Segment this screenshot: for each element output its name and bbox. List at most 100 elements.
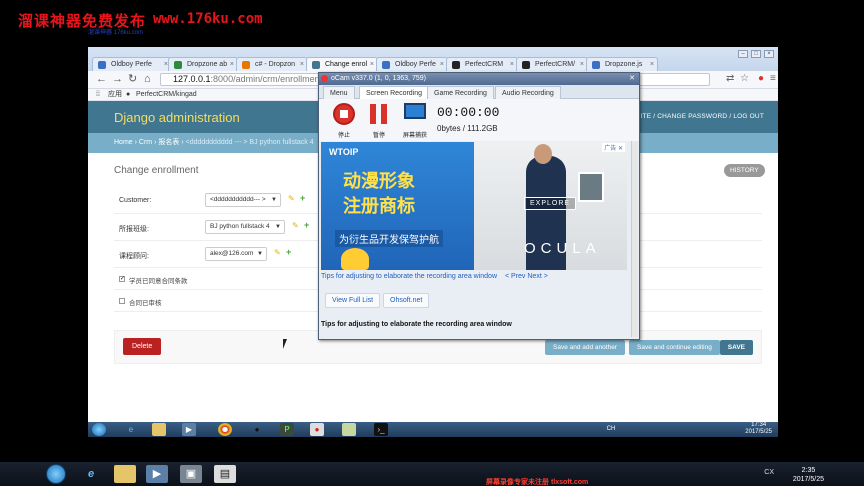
ocam-close-icon[interactable]: ✕: [629, 73, 635, 85]
ad-headline-2: 注册商标: [343, 196, 415, 217]
folder-icon[interactable]: [152, 423, 166, 436]
tab-7[interactable]: Dropzone.js ×: [586, 57, 658, 71]
bookmark-apps[interactable]: 应用: [108, 89, 122, 100]
field-label: 课程顾问:: [119, 253, 149, 260]
tray-lang[interactable]: CX: [764, 469, 774, 476]
ad-banner[interactable]: WTOIP 动漫形象 注册商标 为衍生品开发保驾护航 EXPLORE OCULA…: [321, 142, 627, 270]
approved-checkbox[interactable]: [119, 298, 125, 304]
tab-3[interactable]: Change enrol ×: [306, 57, 378, 71]
edit-pencil-icon[interactable]: ✎: [288, 194, 295, 203]
delete-button[interactable]: Delete: [123, 338, 162, 355]
watermark-subtitle: 溜课神器 176ku.com: [88, 30, 144, 36]
lang-indicator[interactable]: CH: [604, 423, 618, 436]
inner-date: 2017/5/25: [745, 429, 772, 435]
footer-watermark: 屏幕录像专家未注册 tlxsoft.com: [486, 479, 589, 486]
screen-capture-icon[interactable]: [404, 103, 426, 119]
tab-strip: Oldboy Perfe × Dropzone ab × c# - Dropzon ×…: [88, 47, 778, 71]
breadcrumb-app[interactable]: Crm: [139, 139, 152, 146]
tab-close-icon[interactable]: ×: [650, 58, 654, 71]
bookmark-repo[interactable]: PerfectCRM/kingad: [136, 89, 197, 100]
stop-record-icon[interactable]: [333, 103, 355, 125]
tab-close-icon[interactable]: ×: [300, 58, 304, 71]
ocam-window: oCam v337.0 (1, 0, 1363, 759) ✕ Menu Scr…: [318, 72, 640, 340]
agreed-checkbox[interactable]: ✓: [119, 276, 125, 282]
ocam-tab-screen[interactable]: Screen Recording: [359, 86, 430, 99]
customer-select[interactable]: <ddddddddddd--- > ▼: [205, 193, 281, 207]
app-icon[interactable]: ▣: [180, 465, 202, 483]
tab-favicon-icon: [382, 61, 390, 69]
media-player-icon[interactable]: ▶: [146, 465, 168, 483]
edit-pencil-icon[interactable]: ✎: [274, 248, 281, 257]
view-full-list-button[interactable]: View Full List: [325, 293, 381, 308]
tab-close-icon[interactable]: ×: [580, 58, 584, 71]
tab-close-icon[interactable]: ×: [230, 58, 234, 71]
outer-clock[interactable]: 2:35 2017/5/25: [793, 466, 824, 484]
bookmark-star-icon[interactable]: ☆: [740, 73, 749, 84]
qq-icon[interactable]: ●: [250, 423, 264, 436]
inner-clock[interactable]: 17:34 2017/5/25: [745, 422, 772, 436]
add-plus-icon[interactable]: +: [286, 247, 291, 257]
terminal-icon[interactable]: ›_: [374, 423, 388, 436]
forward-icon[interactable]: →: [112, 73, 123, 86]
ad-badge[interactable]: 广告 ✕: [602, 143, 625, 152]
ocam-tab-game[interactable]: Game Recording: [427, 86, 494, 99]
consultant-select[interactable]: alex@126.com ▼: [205, 247, 267, 261]
ocam-taskbar-icon[interactable]: ●: [310, 423, 324, 436]
tab-2[interactable]: c# - Dropzon ×: [236, 57, 308, 71]
breadcrumb-home[interactable]: Home: [114, 139, 133, 146]
chrome-icon[interactable]: [218, 423, 232, 436]
menu-icon[interactable]: ≡: [770, 73, 776, 84]
page-title: Change enrollment: [114, 165, 199, 176]
class-select[interactable]: BJ python fullstack 4 ▼: [205, 220, 285, 234]
close-icon[interactable]: ×: [764, 50, 774, 58]
tab-5[interactable]: PerfectCRM ×: [446, 57, 518, 71]
ocam-scrollbar[interactable]: [631, 141, 638, 337]
tips-link[interactable]: Tips for adjusting to elaborate the reco…: [321, 273, 497, 280]
ohsoft-link[interactable]: Ohsoft.net: [383, 293, 430, 308]
notepad-icon[interactable]: [342, 423, 356, 436]
history-button[interactable]: HISTORY: [724, 164, 765, 177]
tab-0[interactable]: Oldboy Perfe ×: [92, 57, 172, 71]
admin-brand[interactable]: Django administration: [114, 110, 240, 125]
home-icon[interactable]: ⌂: [144, 73, 151, 86]
tab-close-icon[interactable]: ×: [510, 58, 514, 71]
tab-close-icon[interactable]: ×: [370, 58, 374, 71]
breadcrumb-model[interactable]: 报名表: [158, 139, 179, 146]
minimize-icon[interactable]: –: [738, 50, 748, 58]
chevron-down-icon: ▼: [275, 224, 281, 230]
ad-mascot-icon: [341, 248, 369, 270]
ad-explore-button[interactable]: EXPLORE: [524, 197, 577, 210]
add-plus-icon[interactable]: +: [304, 220, 309, 230]
save-continue-button[interactable]: Save and continue editing: [629, 340, 720, 355]
tab-4[interactable]: Oldboy Perfe ×: [376, 57, 448, 71]
maximize-icon[interactable]: □: [751, 50, 761, 58]
tab-label: PerfectCRM: [465, 61, 504, 68]
save-add-another-button[interactable]: Save and add another: [545, 340, 625, 355]
tab-favicon-icon: [98, 61, 106, 69]
ie-icon[interactable]: e: [124, 423, 138, 436]
save-button[interactable]: SAVE: [719, 340, 753, 355]
reload-icon[interactable]: ↻: [128, 73, 137, 86]
ocam-tab-audio[interactable]: Audio Recording: [495, 86, 561, 99]
select-value: <ddddddddddd--- >: [210, 196, 266, 203]
pause-icon[interactable]: [370, 104, 388, 124]
start-orb-icon[interactable]: [92, 423, 106, 436]
prev-next-link[interactable]: < Prev Next >: [505, 273, 548, 280]
add-plus-icon[interactable]: +: [300, 193, 305, 203]
back-icon[interactable]: ←: [96, 73, 107, 86]
folder-icon[interactable]: [114, 465, 136, 483]
pycharm-icon[interactable]: P: [280, 423, 294, 436]
tab-6[interactable]: PerfectCRM/ ×: [516, 57, 588, 71]
edit-pencil-icon[interactable]: ✎: [292, 221, 299, 230]
screen-recorder-icon[interactable]: ▤: [214, 465, 236, 483]
ie-icon[interactable]: e: [80, 465, 102, 483]
tab-1[interactable]: Dropzone ab ×: [168, 57, 238, 71]
apps-grid-icon[interactable]: ⁞⁞: [96, 89, 100, 100]
media-player-icon[interactable]: ▶: [182, 423, 196, 436]
ocam-tab-menu[interactable]: Menu: [323, 86, 355, 99]
ocam-titlebar: oCam v337.0 (1, 0, 1363, 759) ✕: [319, 73, 639, 85]
start-orb-icon[interactable]: [46, 464, 66, 484]
translate-icon[interactable]: ⇄: [726, 73, 734, 84]
tab-close-icon[interactable]: ×: [440, 58, 444, 71]
extension-icon[interactable]: ●: [758, 73, 764, 84]
